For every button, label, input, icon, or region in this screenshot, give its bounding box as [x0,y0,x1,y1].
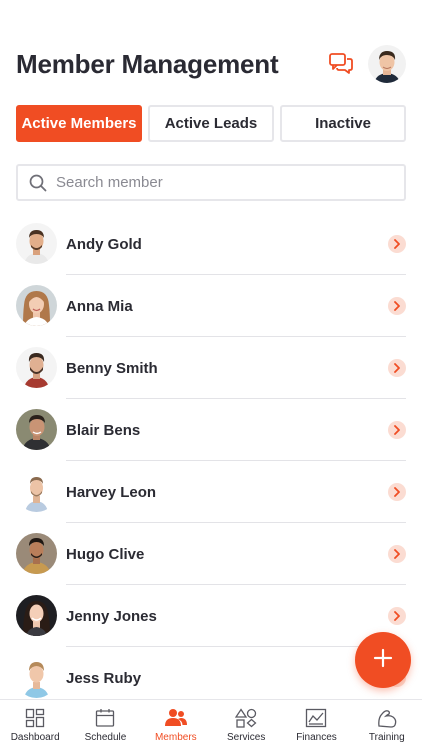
list-item[interactable]: Harvey Leon [0,461,422,523]
list-item[interactable]: Andy Gold [0,213,422,275]
tab-active-members[interactable]: Active Members [16,105,142,142]
list-item[interactable]: Anna Mia [0,275,422,337]
member-avatar [16,347,57,388]
nav-training[interactable]: Training [352,700,422,750]
header: Member Management [16,44,406,84]
nav-members[interactable]: Members [141,700,211,750]
dashboard-icon [24,707,46,729]
bottom-nav: Dashboard Schedule Members Services Fina… [0,699,422,750]
nav-label: Finances [296,732,337,743]
list-item[interactable]: Hugo Clive [0,523,422,585]
chevron-right-icon[interactable] [388,483,406,501]
member-name: Harvey Leon [66,483,157,501]
member-avatar [16,285,57,326]
search-bar [16,164,406,201]
nav-services[interactable]: Services [211,700,281,750]
calendar-icon [94,707,116,729]
member-name: Jenny Jones [66,607,157,625]
member-name: Andy Gold [66,235,142,253]
member-list: Andy Gold Anna Mia Benny Smith Blair Ben… [0,213,422,699]
tab-inactive[interactable]: Inactive [280,105,406,142]
member-avatar [16,595,57,636]
training-icon [376,707,398,729]
search-icon [28,173,48,193]
member-avatar [16,471,57,512]
members-icon [164,707,187,729]
chevron-right-icon[interactable] [388,359,406,377]
member-avatar [16,409,57,450]
member-avatar [16,223,57,264]
nav-label: Members [154,732,197,743]
member-name: Hugo Clive [66,545,145,563]
chevron-right-icon[interactable] [388,421,406,439]
list-item[interactable]: Benny Smith [0,337,422,399]
list-item[interactable]: Jenny Jones [0,585,422,647]
search-input[interactable] [56,174,404,191]
finances-icon [305,707,327,729]
chevron-right-icon[interactable] [388,297,406,315]
nav-finances[interactable]: Finances [281,700,351,750]
member-tabs: Active Members Active Leads Inactive [16,105,406,142]
list-item[interactable]: Blair Bens [0,399,422,461]
member-name: Anna Mia [66,297,133,315]
tab-active-leads[interactable]: Active Leads [148,105,274,142]
nav-label: Dashboard [10,732,60,743]
add-member-button[interactable] [355,632,411,688]
chevron-right-icon[interactable] [388,545,406,563]
nav-schedule[interactable]: Schedule [70,700,140,750]
plus-icon [373,648,393,673]
profile-avatar[interactable] [368,45,406,83]
nav-dashboard[interactable]: Dashboard [0,700,70,750]
chat-icon[interactable] [328,51,354,77]
chevron-right-icon[interactable] [388,235,406,253]
member-name: Blair Bens [66,421,141,439]
nav-label: Services [226,732,266,743]
member-avatar [16,657,57,698]
page-title: Member Management [16,48,279,79]
member-name: Jess Ruby [66,669,142,687]
member-avatar [16,533,57,574]
nav-label: Schedule [84,732,127,743]
member-name: Benny Smith [66,359,158,377]
chevron-right-icon[interactable] [388,607,406,625]
services-icon [235,707,257,729]
nav-label: Training [368,732,405,743]
